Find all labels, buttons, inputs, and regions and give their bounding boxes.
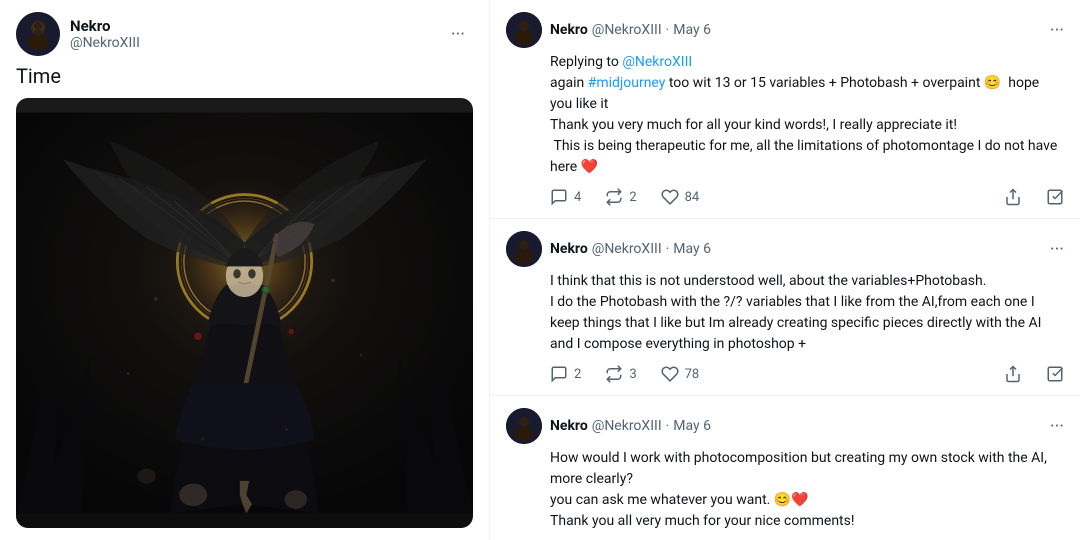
tweet-2-header: Nekro @NekroXIII · May 6 ···	[506, 231, 1064, 267]
tweet-2: Nekro @NekroXIII · May 6 ··· I think tha…	[490, 219, 1080, 396]
tweet-1-header: Nekro @NekroXIII · May 6 ···	[506, 12, 1064, 48]
display-name[interactable]: Nekro	[70, 17, 140, 35]
tweet-2-avatar[interactable]	[506, 231, 542, 267]
avatar[interactable]	[16, 12, 60, 56]
tweet-3-date: May 6	[673, 418, 711, 434]
tweet-2-like-count: 78	[685, 367, 700, 382]
tweet-3-more-button[interactable]: ···	[1050, 416, 1064, 437]
bookmark-icon-2	[1046, 365, 1064, 383]
tweet-2-retweet-button[interactable]: 3	[605, 365, 636, 383]
tweet-2-reply-button[interactable]: 2	[550, 365, 581, 383]
tweet-1-reply-button[interactable]: 4	[550, 188, 581, 206]
tweet-1-body: Replying to @NekroXIII again #midjourney…	[506, 52, 1064, 178]
heart-icon-2	[661, 365, 679, 383]
tweet-3-name[interactable]: Nekro	[550, 418, 588, 434]
tweet-3-meta: Nekro @NekroXIII · May 6	[550, 418, 1042, 434]
username[interactable]: @NekroXIII	[70, 35, 140, 51]
tweet-3: Nekro @NekroXIII · May 6 ··· How would I…	[490, 396, 1080, 540]
tweet-1-retweet-count: 2	[629, 190, 636, 205]
heart-icon	[661, 188, 679, 206]
tweet-2-like-button[interactable]: 78	[661, 365, 700, 383]
tweet-3-avatar[interactable]	[506, 408, 542, 444]
share-icon	[1004, 188, 1022, 206]
tweet-3-header: Nekro @NekroXIII · May 6 ···	[506, 408, 1064, 444]
tweet-2-share-button[interactable]	[1004, 365, 1022, 383]
reply-icon	[550, 188, 568, 206]
tweet-2-name[interactable]: Nekro	[550, 241, 588, 257]
tweet-2-more-button[interactable]: ···	[1050, 239, 1064, 260]
reply-icon-2	[550, 365, 568, 383]
tweet-1-reply-count: 4	[574, 190, 581, 205]
tweet-1-like-button[interactable]: 84	[661, 188, 700, 206]
tweet-1-avatar[interactable]	[506, 12, 542, 48]
reply-to-label: Replying to	[550, 54, 622, 70]
retweet-icon	[605, 188, 623, 206]
tweet-3-body: How would I work with photocomposition b…	[506, 448, 1064, 532]
post-title: Time	[16, 64, 473, 88]
tweet-1-meta: Nekro @NekroXIII · May 6	[550, 22, 1042, 38]
tweet-2-date: May 6	[673, 241, 711, 257]
bookmark-icon	[1046, 188, 1064, 206]
tweet-1-bookmark-button[interactable]	[1046, 188, 1064, 206]
tweet-2-actions: 2 3 78	[506, 365, 1064, 383]
tweet-2-bookmark-button[interactable]	[1046, 365, 1064, 383]
profile-names: Nekro @NekroXIII	[70, 17, 140, 51]
tweet-1-handle[interactable]: @NekroXIII	[592, 22, 662, 38]
tweet-1-retweet-button[interactable]: 2	[605, 188, 636, 206]
share-icon-2	[1004, 365, 1022, 383]
right-panel: Nekro @NekroXIII · May 6 ··· Replying to…	[490, 0, 1080, 540]
tweet-2-reply-count: 2	[574, 367, 581, 382]
tweet-1-share-button[interactable]	[1004, 188, 1022, 206]
tweet-3-handle[interactable]: @NekroXIII	[592, 418, 662, 434]
tweet-1-like-count: 84	[685, 190, 700, 205]
profile-header: Nekro @NekroXIII ···	[16, 12, 473, 56]
tweet-1-date: May 6	[673, 22, 711, 38]
left-panel: Nekro @NekroXIII ··· Time	[0, 0, 490, 540]
tweet-2-body: I think that this is not understood well…	[506, 271, 1064, 355]
tweet-2-handle[interactable]: @NekroXIII	[592, 241, 662, 257]
tweet-1-more-button[interactable]: ···	[1050, 20, 1064, 41]
tweet-1-name[interactable]: Nekro	[550, 22, 588, 38]
hashtag-midjourney[interactable]: #midjourney	[588, 75, 666, 91]
tweet-2-meta: Nekro @NekroXIII · May 6	[550, 241, 1042, 257]
retweet-icon-2	[605, 365, 623, 383]
tweet-2-retweet-count: 3	[629, 367, 636, 382]
more-options-button[interactable]: ···	[443, 20, 473, 49]
tweet-1: Nekro @NekroXIII · May 6 ··· Replying to…	[490, 0, 1080, 219]
post-image	[16, 98, 473, 528]
reply-to-link[interactable]: @NekroXIII	[622, 54, 692, 70]
tweet-1-actions: 4 2 84	[506, 188, 1064, 206]
